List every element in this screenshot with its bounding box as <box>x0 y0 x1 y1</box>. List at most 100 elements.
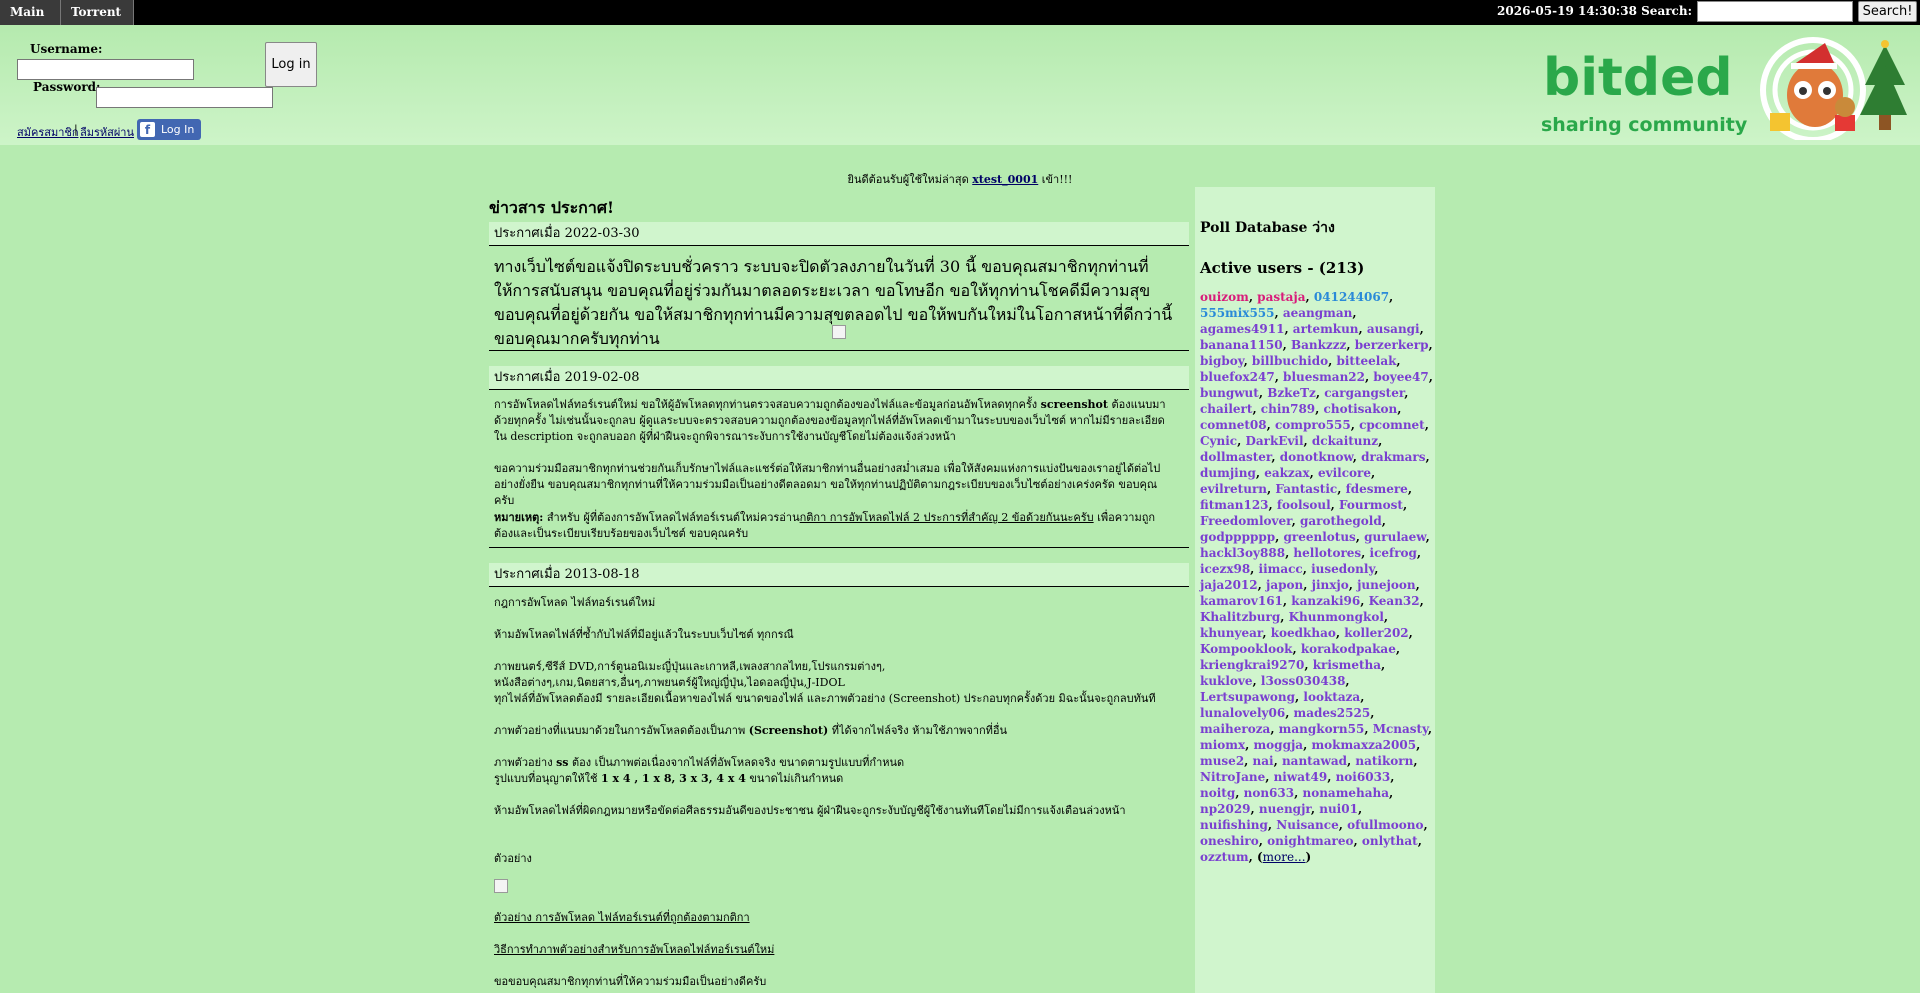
user-link[interactable]: khunyear <box>1200 626 1262 640</box>
user-link[interactable]: kriengkrai9270 <box>1200 658 1304 672</box>
newest-user-link[interactable]: xtest_0001 <box>972 173 1038 186</box>
search-button[interactable]: Search! <box>1858 1 1917 22</box>
user-link[interactable]: cpcomnet <box>1359 418 1425 432</box>
user-link[interactable]: drakmars <box>1361 450 1425 464</box>
user-link[interactable]: garothegold <box>1300 514 1382 528</box>
user-link[interactable]: godpppppp <box>1200 530 1275 544</box>
user-link[interactable]: ausangi <box>1367 322 1420 336</box>
user-link[interactable]: japon <box>1266 578 1303 592</box>
user-link[interactable]: donotknow <box>1280 450 1353 464</box>
user-link[interactable]: nuengjr <box>1259 802 1311 816</box>
user-link[interactable]: miomx <box>1200 738 1245 752</box>
user-link[interactable]: dollmaster <box>1200 450 1271 464</box>
user-link[interactable]: koller202 <box>1344 626 1408 640</box>
user-link[interactable]: icefrog <box>1370 546 1417 560</box>
user-link[interactable]: chotisakon <box>1324 402 1398 416</box>
user-link[interactable]: bluefox247 <box>1200 370 1275 384</box>
signup-link[interactable]: สมัครสมาชิก <box>17 123 79 141</box>
user-link[interactable]: kamarov161 <box>1200 594 1283 608</box>
user-link[interactable]: bluesman22 <box>1283 370 1365 384</box>
user-link[interactable]: bungwut <box>1200 386 1259 400</box>
user-link[interactable]: nantawad <box>1282 754 1347 768</box>
user-link[interactable]: compro555 <box>1275 418 1351 432</box>
user-link[interactable]: hellotores <box>1293 546 1361 560</box>
user-link[interactable]: foolsoul <box>1277 498 1331 512</box>
user-link[interactable]: hackl3oy888 <box>1200 546 1285 560</box>
user-link[interactable]: nui01 <box>1319 802 1358 816</box>
user-link[interactable]: 041244067 <box>1314 290 1389 304</box>
user-link[interactable]: dckaitunz <box>1312 434 1378 448</box>
user-link[interactable]: jaja2012 <box>1200 578 1258 592</box>
user-link[interactable]: muse2 <box>1200 754 1244 768</box>
user-link[interactable]: Bankzzz <box>1291 338 1346 352</box>
user-link[interactable]: krismetha <box>1313 658 1381 672</box>
forgot-password-link[interactable]: ลืมรหัสผ่าน <box>80 123 134 141</box>
user-link[interactable]: mades2525 <box>1294 706 1371 720</box>
user-link[interactable]: chin789 <box>1261 402 1315 416</box>
user-link[interactable]: eakzax <box>1264 466 1309 480</box>
user-link[interactable]: artemkun <box>1293 322 1359 336</box>
user-link[interactable]: 555mix555 <box>1200 306 1275 320</box>
user-link[interactable]: fitman123 <box>1200 498 1269 512</box>
example-upload-link[interactable]: ตัวอย่าง การอัพโหลด ไฟล์ทอร์เรนต์ที่ถูกต… <box>494 910 1174 926</box>
user-link[interactable]: moggja <box>1253 738 1303 752</box>
user-link[interactable]: fdesmere <box>1346 482 1408 496</box>
user-link[interactable]: iimacc <box>1259 562 1303 576</box>
user-link[interactable]: junejoon <box>1357 578 1416 592</box>
user-link[interactable]: Cynic <box>1200 434 1237 448</box>
user-link[interactable]: nai <box>1253 754 1274 768</box>
user-link[interactable]: korakodpakae <box>1301 642 1396 656</box>
more-users-link[interactable]: more... <box>1263 850 1306 864</box>
user-link[interactable]: bigboy <box>1200 354 1244 368</box>
user-link[interactable]: noi6033 <box>1336 770 1391 784</box>
user-link[interactable]: Khalitzburg <box>1200 610 1280 624</box>
user-link[interactable]: noitg <box>1200 786 1235 800</box>
user-link[interactable]: evilreturn <box>1200 482 1267 496</box>
user-link[interactable]: oneshiro <box>1200 834 1259 848</box>
user-link[interactable]: bitteelak <box>1336 354 1396 368</box>
rules-link[interactable]: กติกา การอัพโหลดไฟล์ 2 ประการที่สำคัญ 2 … <box>800 511 1094 524</box>
login-button[interactable]: Log in <box>265 42 317 87</box>
user-link[interactable]: mangkorn55 <box>1279 722 1365 736</box>
user-link[interactable]: boyee47 <box>1373 370 1428 384</box>
user-link[interactable]: ouizom <box>1200 290 1249 304</box>
user-link[interactable]: aeangman <box>1283 306 1353 320</box>
screenshot-howto-link[interactable]: วิธีการทำภาพตัวอย่างสำหรับการอัพโหลดไฟล์… <box>494 942 1174 958</box>
username-field[interactable] <box>17 59 194 80</box>
user-link[interactable]: l3oss030438 <box>1261 674 1346 688</box>
user-link[interactable]: jinxjo <box>1312 578 1349 592</box>
user-link[interactable]: Lertsupawong <box>1200 690 1295 704</box>
user-link[interactable]: Khunmongkol <box>1289 610 1384 624</box>
user-link[interactable]: onlythat <box>1362 834 1418 848</box>
user-link[interactable]: ozztum <box>1200 850 1249 864</box>
user-link[interactable]: cargangster <box>1324 386 1404 400</box>
user-link[interactable]: Freedomlover <box>1200 514 1292 528</box>
user-link[interactable]: nuifishing <box>1200 818 1268 832</box>
user-link[interactable]: Fantastic <box>1275 482 1337 496</box>
user-link[interactable]: np2029 <box>1200 802 1251 816</box>
user-link[interactable]: nonamehaha <box>1302 786 1389 800</box>
user-link[interactable]: Kompooklook <box>1200 642 1292 656</box>
user-link[interactable]: dumjing <box>1200 466 1256 480</box>
user-link[interactable]: greenlotus <box>1284 530 1356 544</box>
user-link[interactable]: chailert <box>1200 402 1252 416</box>
user-link[interactable]: onightmareo <box>1267 834 1353 848</box>
user-link[interactable]: NitroJane <box>1200 770 1265 784</box>
user-link[interactable]: agames4911 <box>1200 322 1284 336</box>
user-link[interactable]: comnet08 <box>1200 418 1267 432</box>
user-link[interactable]: non633 <box>1244 786 1295 800</box>
menu-main[interactable]: Main <box>0 0 61 44</box>
user-link[interactable]: kuklove <box>1200 674 1253 688</box>
user-link[interactable]: gurulaew <box>1364 530 1425 544</box>
user-link[interactable]: ofullmoono <box>1347 818 1423 832</box>
user-link[interactable]: kanzaki96 <box>1291 594 1360 608</box>
user-link[interactable]: lunalovely06 <box>1200 706 1285 720</box>
user-link[interactable]: looktaza <box>1303 690 1360 704</box>
user-link[interactable]: billbuchido <box>1252 354 1328 368</box>
menu-torrent[interactable]: Torrent <box>61 0 134 44</box>
user-link[interactable]: BzkeTz <box>1267 386 1316 400</box>
bitded-logo[interactable]: bitded sharing community <box>1535 35 1907 140</box>
user-link[interactable]: evilcore <box>1318 466 1371 480</box>
user-link[interactable]: icezx98 <box>1200 562 1250 576</box>
user-link[interactable]: iusedonly <box>1311 562 1374 576</box>
